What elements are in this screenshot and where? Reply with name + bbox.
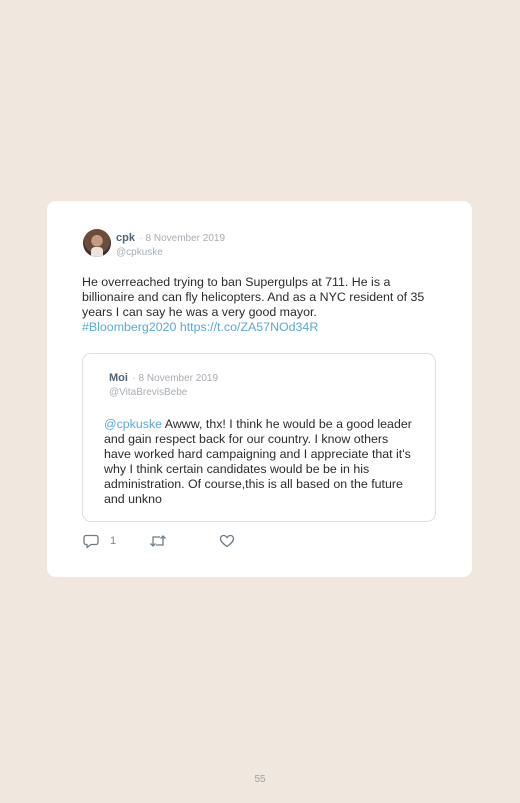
- tweet-text: He overreached trying to ban Supergulps …: [82, 275, 442, 335]
- page-number: 55: [254, 774, 266, 785]
- author-name[interactable]: cpk: [116, 232, 135, 244]
- quoted-text: @cpkuske Awww, thx! I think he would be …: [104, 417, 414, 507]
- heart-icon: [219, 534, 235, 548]
- retweet-icon: [149, 534, 167, 548]
- hashtag-link[interactable]: #Bloomberg2020: [82, 320, 176, 334]
- quoted-author-name: Moi: [109, 372, 128, 384]
- quoted-header: Moi · 8 November 2019 @VitaBrevisBebe: [109, 370, 218, 400]
- avatar[interactable]: [83, 229, 111, 257]
- tweet-date[interactable]: · 8 November 2019: [139, 233, 225, 244]
- retweet-button[interactable]: [149, 532, 167, 550]
- author-handle[interactable]: @cpkuske: [116, 246, 225, 260]
- tweet-card: cpk · 8 November 2019 @cpkuske He overre…: [47, 201, 472, 577]
- reply-count: 1: [110, 535, 117, 547]
- url-link[interactable]: https://t.co/ZA57NOd34R: [180, 320, 318, 334]
- like-button[interactable]: [219, 532, 235, 550]
- quoted-date: · 8 November 2019: [132, 373, 219, 384]
- quoted-tweet[interactable]: Moi · 8 November 2019 @VitaBrevisBebe @c…: [82, 353, 436, 522]
- tweet-actions: 1: [83, 532, 283, 550]
- mention-link[interactable]: @cpkuske: [104, 417, 162, 431]
- quoted-handle: @VitaBrevisBebe: [109, 387, 188, 398]
- tweet-body: He overreached trying to ban Supergulps …: [82, 275, 425, 319]
- reply-icon: [83, 534, 99, 549]
- tweet-header: cpk · 8 November 2019 @cpkuske: [116, 230, 225, 260]
- reply-button[interactable]: 1: [83, 532, 116, 550]
